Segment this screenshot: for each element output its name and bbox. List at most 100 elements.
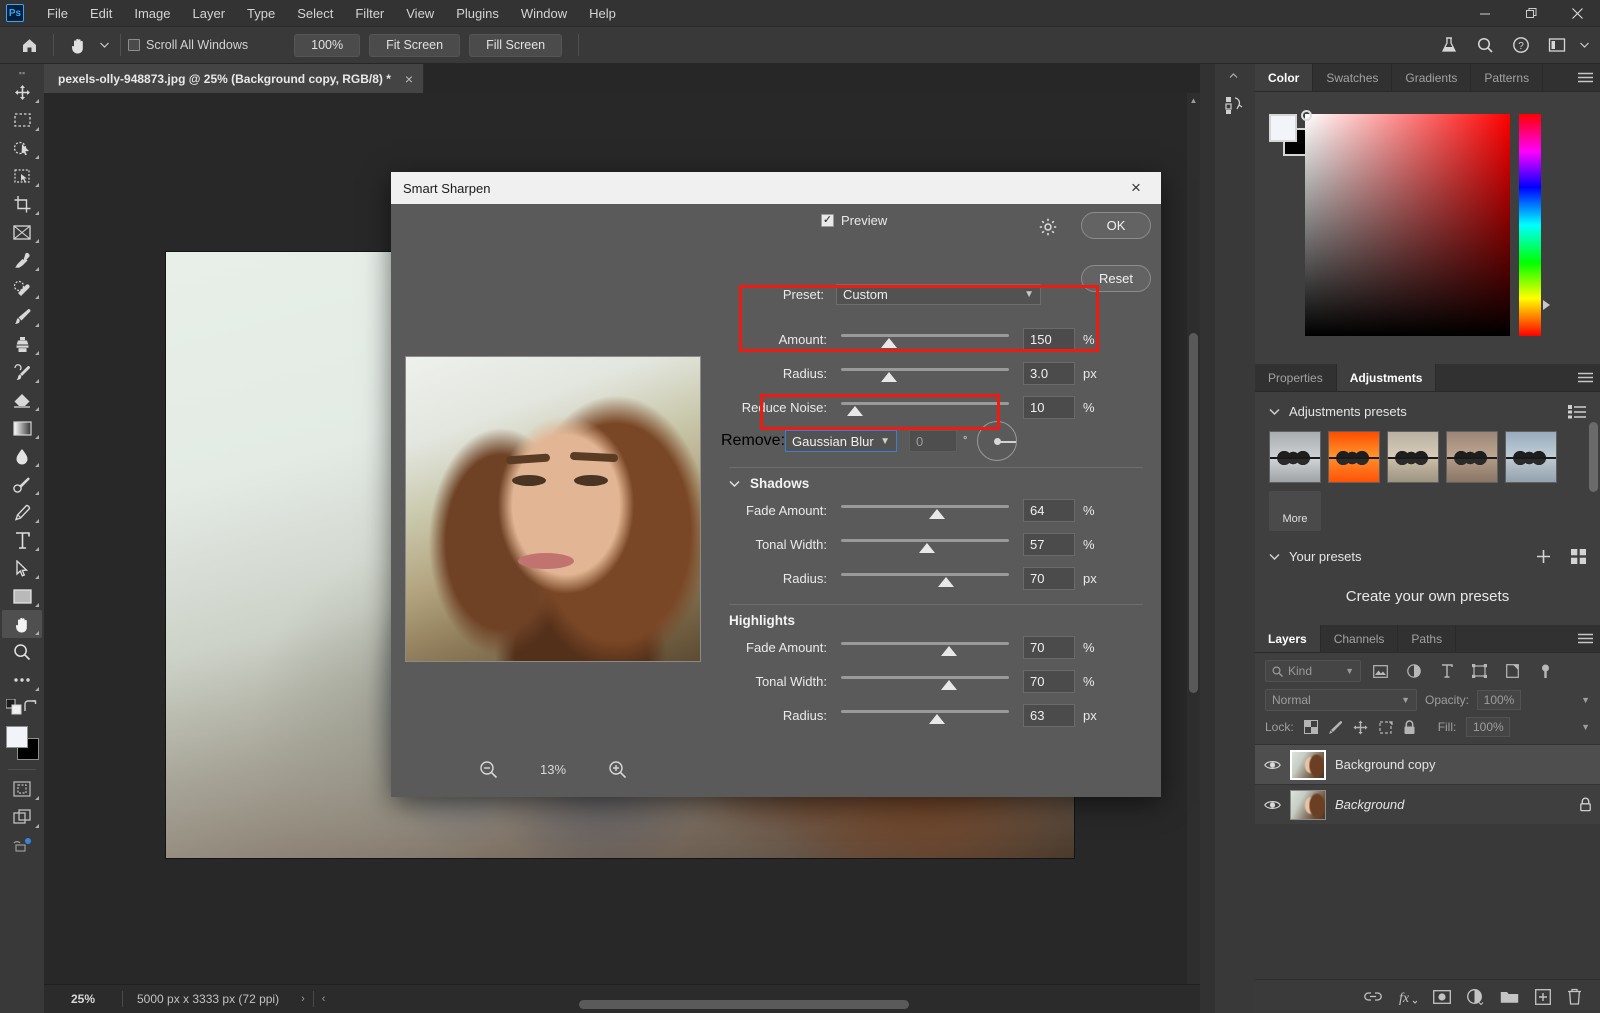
lasso-tool[interactable] bbox=[2, 162, 42, 190]
filter-toggle-icon[interactable] bbox=[1532, 660, 1559, 682]
help-icon[interactable]: ? bbox=[1504, 30, 1538, 60]
highlights-radius-input[interactable]: 63 bbox=[1023, 703, 1075, 727]
layer-mask-icon[interactable] bbox=[1433, 989, 1451, 1004]
menu-filter[interactable]: Filter bbox=[344, 2, 395, 25]
pixel-filter-icon[interactable] bbox=[1367, 660, 1394, 682]
swap-colors-icon[interactable] bbox=[23, 700, 38, 714]
lock-transparency-icon[interactable] bbox=[1303, 720, 1318, 734]
zoom-100-button[interactable]: 100% bbox=[294, 33, 361, 57]
chevron-down-icon[interactable] bbox=[1269, 408, 1280, 415]
rectangle-tool[interactable] bbox=[2, 582, 42, 610]
color-picker-handle[interactable] bbox=[1301, 110, 1312, 121]
chevron-down-icon[interactable]: ▼ bbox=[1024, 289, 1034, 300]
radius-input[interactable]: 3.0 bbox=[1023, 361, 1075, 385]
status-collapse-icon[interactable]: ‹ bbox=[314, 993, 334, 1005]
highlights-header[interactable]: Highlights bbox=[721, 605, 1151, 630]
fill-chevron-icon[interactable]: ▼ bbox=[1581, 722, 1590, 732]
shadows-header[interactable]: Shadows bbox=[721, 468, 1151, 493]
preview-checkbox[interactable]: ✓ Preview bbox=[821, 213, 887, 228]
color-swatches[interactable] bbox=[2, 724, 42, 764]
preset-bw[interactable] bbox=[1269, 431, 1321, 483]
blend-mode-select[interactable]: Normal ▼ bbox=[1265, 689, 1417, 711]
shadows-radius-input[interactable]: 70 bbox=[1023, 566, 1075, 590]
panel-menu-icon[interactable] bbox=[1570, 625, 1600, 652]
clone-stamp-tool[interactable] bbox=[2, 330, 42, 358]
type-filter-icon[interactable] bbox=[1433, 660, 1460, 682]
close-icon[interactable]: × bbox=[405, 71, 413, 87]
plus-icon[interactable] bbox=[1536, 549, 1551, 564]
adjustments-scrollbar[interactable] bbox=[1589, 422, 1598, 492]
scroll-up-icon[interactable]: ▲ bbox=[1187, 93, 1200, 108]
delete-layer-icon[interactable] bbox=[1567, 988, 1582, 1005]
new-group-icon[interactable] bbox=[1500, 990, 1519, 1004]
spot-healing-brush-tool[interactable] bbox=[2, 274, 42, 302]
menu-type[interactable]: Type bbox=[236, 2, 286, 25]
collapse-panels-icon[interactable] bbox=[1215, 64, 1255, 88]
workspace-icon[interactable] bbox=[1540, 30, 1574, 60]
reduce-noise-slider[interactable] bbox=[841, 398, 1009, 416]
zoom-tool[interactable] bbox=[2, 638, 42, 666]
shadows-tonal-width-slider[interactable] bbox=[841, 535, 1009, 553]
preset-sunset[interactable] bbox=[1328, 431, 1380, 483]
dodge-tool[interactable] bbox=[2, 470, 42, 498]
zoom-out-icon[interactable] bbox=[479, 760, 498, 779]
highlights-radius-slider[interactable] bbox=[841, 706, 1009, 724]
tab-swatches[interactable]: Swatches bbox=[1313, 64, 1393, 91]
workspace-chevron-icon[interactable] bbox=[1576, 30, 1592, 60]
restore-icon[interactable] bbox=[1508, 0, 1554, 27]
more-presets-button[interactable]: More bbox=[1269, 491, 1321, 531]
menu-file[interactable]: File bbox=[36, 2, 79, 25]
libraries-icon[interactable] bbox=[1215, 88, 1255, 122]
amount-input[interactable]: 150 bbox=[1023, 327, 1075, 351]
tab-paths[interactable]: Paths bbox=[1398, 625, 1457, 652]
pen-tool[interactable] bbox=[2, 498, 42, 526]
tab-adjustments[interactable]: Adjustments bbox=[1336, 364, 1437, 391]
crop-tool[interactable] bbox=[2, 190, 42, 218]
canvas-vertical-scrollbar[interactable]: ▲ ▼ bbox=[1187, 93, 1200, 1013]
chevron-down-icon[interactable]: ▼ bbox=[880, 436, 890, 447]
lock-position-icon[interactable] bbox=[1353, 720, 1368, 735]
remove-select[interactable]: Gaussian Blur ▼ bbox=[785, 430, 898, 452]
status-info-expand-icon[interactable]: › bbox=[293, 993, 313, 1005]
menu-layer[interactable]: Layer bbox=[182, 2, 237, 25]
preset-select[interactable]: Custom ▼ bbox=[836, 284, 1041, 305]
menu-help[interactable]: Help bbox=[578, 2, 627, 25]
dialog-preview-image[interactable] bbox=[405, 356, 701, 662]
frame-tool[interactable] bbox=[2, 218, 42, 246]
fill-screen-button[interactable]: Fill Screen bbox=[469, 33, 563, 57]
menu-plugins[interactable]: Plugins bbox=[445, 2, 510, 25]
smart-object-filter-icon[interactable] bbox=[1499, 660, 1526, 682]
panel-menu-icon[interactable] bbox=[1570, 64, 1600, 91]
menu-view[interactable]: View bbox=[395, 2, 445, 25]
cloud-documents-icon[interactable] bbox=[2, 831, 42, 859]
preset-cool[interactable] bbox=[1505, 431, 1557, 483]
opacity-value[interactable]: 100% bbox=[1477, 690, 1522, 710]
tab-properties[interactable]: Properties bbox=[1255, 364, 1337, 391]
layer-style-icon[interactable]: fx bbox=[1398, 989, 1417, 1005]
document-tab[interactable]: pexels-olly-948873.jpg @ 25% (Background… bbox=[44, 64, 425, 93]
rectangular-marquee-tool[interactable] bbox=[2, 106, 42, 134]
menu-window[interactable]: Window bbox=[510, 2, 578, 25]
edit-toolbar-tool[interactable] bbox=[2, 666, 42, 694]
remove-angle-input[interactable]: 0 bbox=[909, 430, 958, 452]
hue-handle-icon[interactable] bbox=[1543, 300, 1550, 310]
preset-warm[interactable] bbox=[1387, 431, 1439, 483]
tab-channels[interactable]: Channels bbox=[1320, 625, 1399, 652]
layer-visibility-icon[interactable] bbox=[1263, 759, 1281, 771]
table-row[interactable]: Background copy bbox=[1255, 744, 1600, 784]
eyedropper-tool[interactable] bbox=[2, 246, 42, 274]
highlights-tonal-width-input[interactable]: 70 bbox=[1023, 669, 1075, 693]
canvas-horizontal-scrollbar[interactable] bbox=[579, 1000, 909, 1009]
search-icon[interactable] bbox=[1468, 30, 1502, 60]
tab-layers[interactable]: Layers bbox=[1255, 625, 1321, 652]
hue-strip[interactable] bbox=[1519, 114, 1541, 336]
menu-select[interactable]: Select bbox=[286, 2, 344, 25]
highlights-tonal-width-slider[interactable] bbox=[841, 672, 1009, 690]
preset-sepia[interactable] bbox=[1446, 431, 1498, 483]
shadows-radius-slider[interactable] bbox=[841, 569, 1009, 587]
new-layer-icon[interactable] bbox=[1535, 988, 1551, 1005]
move-tool[interactable] bbox=[2, 78, 42, 106]
menu-edit[interactable]: Edit bbox=[79, 2, 123, 25]
tool-preset-chevron-icon[interactable] bbox=[95, 30, 113, 60]
reset-button[interactable]: Reset bbox=[1081, 265, 1151, 292]
